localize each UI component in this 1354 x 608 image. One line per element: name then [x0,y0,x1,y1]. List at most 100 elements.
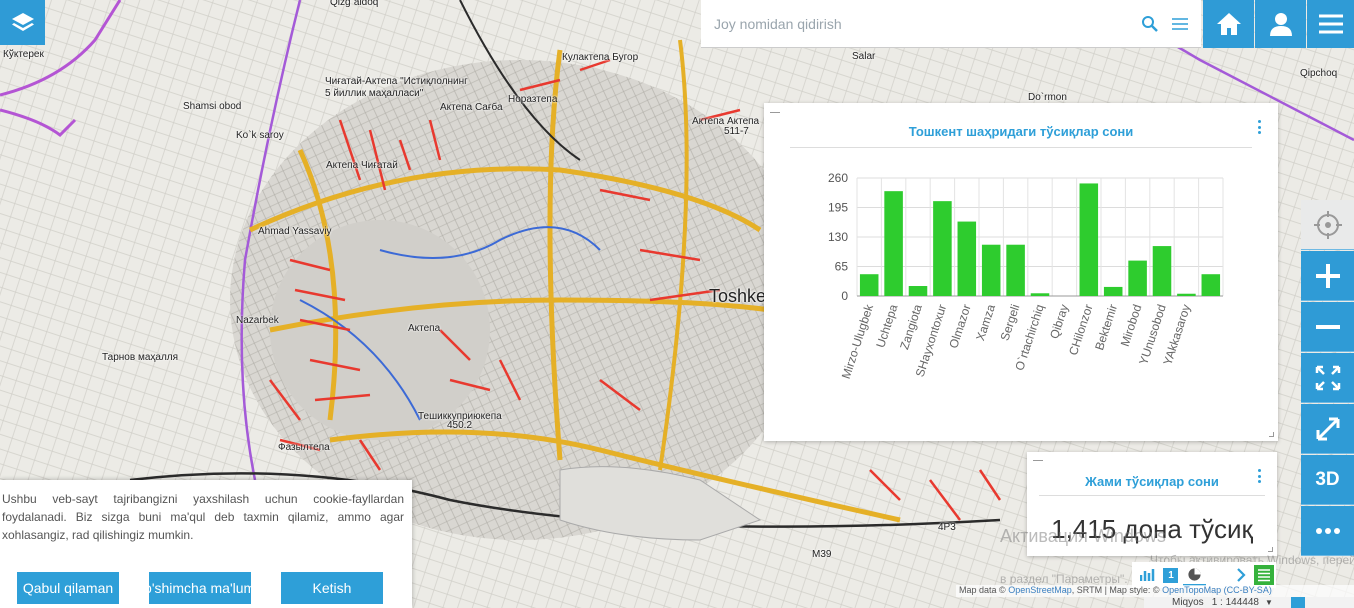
map-label: Кўктерек [3,49,44,60]
attribution-sep: , SRTM | Map style: © [1071,585,1160,595]
next-button[interactable] [1229,564,1252,586]
bar [1201,274,1221,296]
caret-down-icon: ▼ [1264,598,1273,607]
crosshair-icon [1313,210,1342,239]
bar [884,191,903,296]
leave-button[interactable]: Ketish [281,572,383,604]
list-icon [1172,17,1188,30]
zoom-in-button[interactable] [1301,251,1354,301]
chevron-right-icon [1237,568,1246,582]
cookie-banner: Ushbu veb-sayt tajribangizni yaxshilash … [0,480,412,608]
minimize-icon[interactable] [1033,460,1043,461]
search-icon [1142,15,1158,32]
windows-watermark: Активация Windows [1000,526,1166,546]
layers-button[interactable] [0,0,45,45]
table-icon [1254,565,1275,585]
bar-chart-icon [1139,569,1154,581]
chart-options-icon[interactable] [1254,119,1264,135]
x-tick-label: Olmazor [946,303,973,350]
search-input[interactable] [701,0,1135,47]
3d-button[interactable]: 3D [1301,455,1354,505]
map-label: Тарнов маҳалля [102,352,179,363]
x-tick-label: Sergeli [998,303,1023,343]
attribution-prefix: Map data © [959,585,1006,595]
full-extent-button[interactable] [1301,353,1354,403]
fullscreen-button[interactable] [1301,404,1354,454]
bar [908,286,928,296]
x-tick-label: Xamza [973,302,998,342]
total-title: Жами тўсиқлар сони [1085,474,1219,489]
home-icon [1216,13,1241,35]
x-tick-label: CHilonzor [1066,303,1096,357]
y-tick-label: 65 [835,260,849,274]
resize-handle[interactable] [1269,432,1274,437]
scale-bar: Miqyos 1 : 144448 ▼ [1144,597,1354,608]
minus-icon [1315,324,1340,329]
resize-handle[interactable] [1268,547,1273,552]
bar [1079,183,1099,296]
pie-chart-button[interactable] [1182,564,1206,586]
x-tick-label: Qibray [1047,303,1071,341]
home-button[interactable] [1203,0,1254,48]
map-label: 450.2 [447,420,473,431]
map-attribution: Map data © OpenStreetMap, SRTM | Map sty… [956,585,1354,597]
map-label: 511-7 [724,126,749,137]
bar [1030,293,1050,296]
osm-link[interactable]: OpenStreetMap [1008,585,1072,595]
menu-button[interactable] [1307,0,1354,48]
plus-icon [1315,263,1340,288]
map-label: Salar [852,51,876,62]
y-tick-label: 195 [828,201,848,215]
expand-icon [1316,417,1339,440]
windows-watermark-sub: в раздел "Параметры". [1000,572,1128,586]
map-label: Норазтепа [508,94,558,105]
number-badge: 1 [1163,567,1179,583]
bar [957,221,977,296]
map-label: Актепа Чиғатай [326,160,398,171]
dots-icon [1315,527,1340,534]
number-view-button[interactable]: 1 [1159,564,1182,586]
map-label: M39 [812,549,832,560]
map-label: Ahmad Yassaviy [258,226,332,237]
list-button[interactable] [1165,0,1195,48]
map-label: Чиғатай-Актепа "Истиқлолнинг [325,76,468,87]
opentopomap-link[interactable]: OpenTopoMap [1162,585,1221,595]
user-icon [1269,13,1292,36]
table-view-button[interactable] [1253,564,1276,586]
bar [1128,260,1147,296]
bar [1103,286,1123,296]
more-info-button[interactable]: Qo'shimcha ma'lumot [149,572,251,604]
map-label: Nazarbek [236,315,279,326]
zoom-out-button[interactable] [1301,302,1354,352]
bar [1177,293,1196,296]
map-label: Актепа Сағба [440,102,503,113]
y-tick-label: 260 [828,171,848,185]
divider [790,147,1252,148]
map-label: Do`rmon [1028,92,1067,103]
map-label: Актепа [408,323,441,334]
scale-select[interactable]: 1 : 144448 ▼ [1212,597,1273,608]
search-button[interactable] [1135,0,1165,48]
x-tick-label: Mirobod [1118,303,1145,349]
chart-panel: Тошкент шаҳридаги тўсиқлар сони 0 65 130 19… [764,103,1278,441]
accept-cookies-button[interactable]: Qabul qilaman [17,572,119,604]
screenshot-icon[interactable] [1290,597,1305,608]
map-label: Кулактепа Бугор [562,52,639,63]
bar [1152,246,1172,296]
minimize-icon[interactable] [770,112,780,113]
locate-button[interactable] [1301,200,1354,250]
user-button[interactable] [1255,0,1306,48]
bar [933,201,952,296]
bar [859,274,879,296]
search-bar [701,0,1201,48]
map-label: 5 йиллик маҳалласи" [325,88,424,99]
divider [1039,495,1265,496]
scale-value: 1 : 144448 [1211,597,1259,608]
hamburger-menu-icon [1318,14,1343,34]
license-link[interactable]: (CC-BY-SA) [1224,585,1272,595]
bar-chart-button[interactable] [1136,564,1159,586]
more-button[interactable] [1301,506,1354,556]
map-label: 4Р3 [938,522,956,533]
scale-label: Miqyos [1172,597,1204,608]
